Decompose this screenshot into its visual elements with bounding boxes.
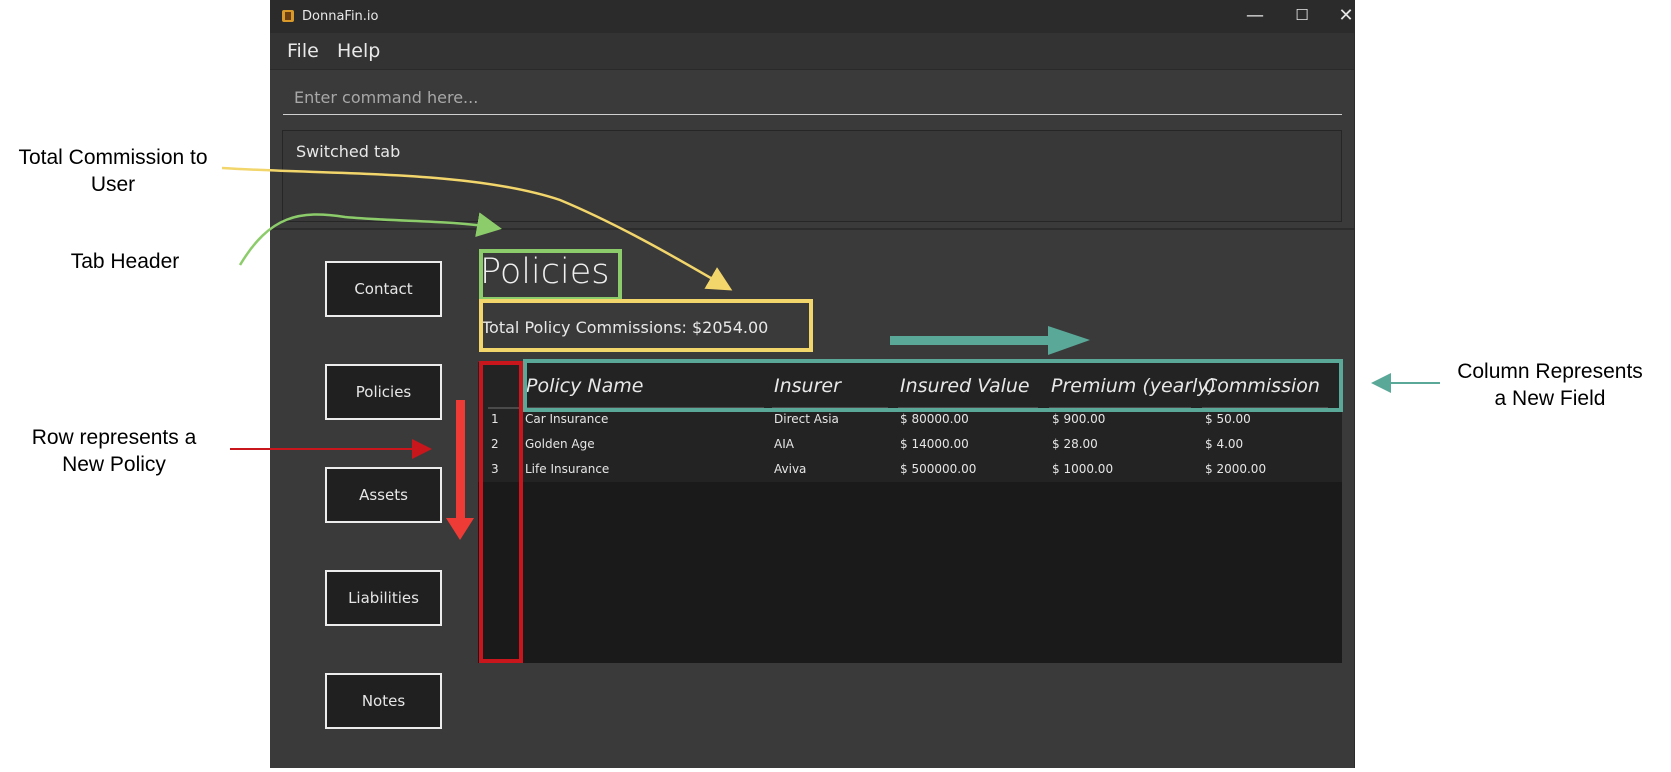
insurer-cell: AIA xyxy=(774,437,794,451)
app-icon xyxy=(282,10,294,22)
column-header-highlight-box xyxy=(523,359,1343,412)
result-text: Switched tab xyxy=(296,142,401,161)
nav-policies-button[interactable]: Policies xyxy=(325,364,442,420)
commission-cell: $ 4.00 xyxy=(1205,437,1244,451)
insurer-cell: Direct Asia xyxy=(774,412,839,426)
premium-cell: $ 900.00 xyxy=(1052,412,1106,426)
maximize-button[interactable]: ☐ xyxy=(1279,0,1325,33)
commission-cell: $ 50.00 xyxy=(1205,412,1251,426)
premium-cell: $ 28.00 xyxy=(1052,437,1098,451)
nav-notes-button[interactable]: Notes xyxy=(325,673,442,729)
insured-value-cell: $ 80000.00 xyxy=(900,412,969,426)
annotation-row-new-policy: Row represents a New Policy xyxy=(31,426,197,476)
menu-file[interactable]: File xyxy=(287,40,319,62)
premium-cell: $ 1000.00 xyxy=(1052,462,1114,476)
minimize-button[interactable]: — xyxy=(1232,0,1278,33)
policy-name-cell: Life Insurance xyxy=(525,462,610,476)
policy-name-cell: Car Insurance xyxy=(525,412,609,426)
tab-header-highlight-box xyxy=(479,249,622,301)
insured-value-cell: $ 14000.00 xyxy=(900,437,969,451)
commission-highlight-box xyxy=(479,299,813,352)
annotation-total-commission: Total Commission to User xyxy=(18,146,208,196)
command-input[interactable] xyxy=(283,80,1342,114)
row-index-highlight-box xyxy=(479,361,523,663)
title-bar: DonnaFin.io — ☐ ✕ xyxy=(270,0,1354,33)
insured-value-cell: $ 500000.00 xyxy=(900,462,977,476)
divider xyxy=(270,228,1354,230)
nav-contact-button[interactable]: Contact xyxy=(325,261,442,317)
annotation-column-new-field: Column Represents a New Field xyxy=(1457,360,1643,410)
nav-assets-button[interactable]: Assets xyxy=(325,467,442,523)
menu-bar: File Help xyxy=(270,33,1354,70)
commission-cell: $ 2000.00 xyxy=(1205,462,1267,476)
result-display: Switched tab xyxy=(282,130,1342,222)
insurer-cell: Aviva xyxy=(774,462,807,476)
window-title: DonnaFin.io xyxy=(302,9,379,24)
nav-liabilities-button[interactable]: Liabilities xyxy=(325,570,442,626)
policy-name-cell: Golden Age xyxy=(525,437,595,451)
annotation-tab-header: Tab Header xyxy=(70,250,180,273)
menu-help[interactable]: Help xyxy=(337,40,380,62)
command-box xyxy=(283,80,1342,115)
close-button[interactable]: ✕ xyxy=(1323,0,1369,33)
